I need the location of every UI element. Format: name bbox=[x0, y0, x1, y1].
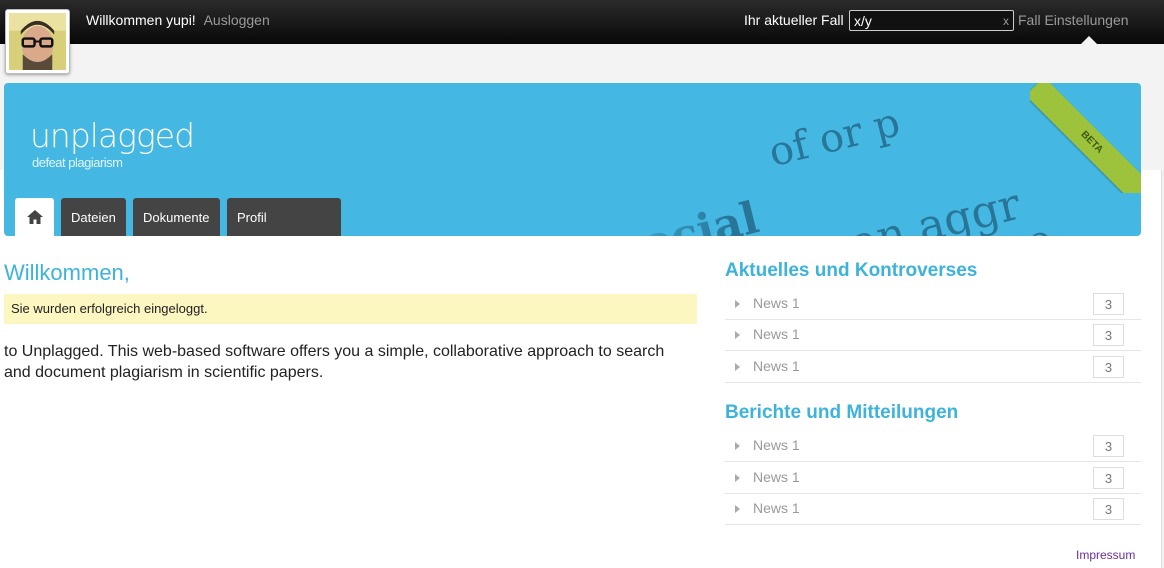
avatar[interactable] bbox=[5, 9, 70, 74]
section-title-aktuelles: Aktuelles und Kontroverses bbox=[725, 260, 978, 281]
current-case-label: Ihr aktueller Fall bbox=[744, 12, 844, 28]
arrow-right-icon bbox=[735, 363, 740, 371]
arrow-right-icon bbox=[735, 331, 740, 339]
news-count-badge: 3 bbox=[1093, 498, 1124, 520]
impressum-link[interactable]: Impressum bbox=[1076, 548, 1135, 562]
arrow-right-icon bbox=[735, 300, 740, 308]
news-item[interactable]: News 1 3 bbox=[725, 430, 1141, 462]
tab-dateien[interactable]: Dateien bbox=[61, 198, 126, 236]
news-count-badge: 3 bbox=[1093, 324, 1124, 346]
arrow-right-icon bbox=[735, 505, 740, 513]
intro-text: to Unplagged. This web-based software of… bbox=[4, 343, 665, 381]
tab-home[interactable] bbox=[15, 198, 54, 236]
tab-profil-bearbeiten[interactable]: Profil bearbeiten bbox=[227, 198, 341, 265]
welcome-area: Willkommen yupi! Ausloggen bbox=[86, 12, 270, 28]
menu-pointer bbox=[1080, 36, 1098, 45]
news-item[interactable]: News 1 3 bbox=[725, 288, 1141, 320]
news-label[interactable]: News 1 bbox=[753, 500, 800, 516]
avatar-photo-icon bbox=[9, 13, 66, 70]
logout-link[interactable]: Ausloggen bbox=[204, 12, 270, 28]
news-item[interactable]: News 1 3 bbox=[725, 351, 1141, 383]
news-label[interactable]: News 1 bbox=[753, 437, 800, 453]
news-count-badge: 3 bbox=[1093, 356, 1124, 378]
logo-tagline: defeat plagiarism bbox=[32, 155, 123, 170]
news-count-badge: 3 bbox=[1093, 467, 1124, 489]
news-item[interactable]: News 1 3 bbox=[725, 493, 1141, 525]
news-label[interactable]: News 1 bbox=[753, 326, 800, 342]
top-bar: Willkommen yupi! Ausloggen Ihr aktueller… bbox=[0, 0, 1164, 45]
page-title: Willkommen, bbox=[4, 260, 130, 285]
clear-case-button[interactable]: x bbox=[1003, 12, 1009, 30]
tab-dokumente[interactable]: Dokumente bbox=[133, 198, 220, 236]
logo[interactable]: unplagged bbox=[30, 118, 195, 154]
news-label[interactable]: News 1 bbox=[753, 295, 800, 311]
welcome-text: Willkommen yupi! bbox=[86, 12, 196, 28]
news-count-badge: 3 bbox=[1093, 293, 1124, 315]
news-label[interactable]: News 1 bbox=[753, 469, 800, 485]
news-count-badge: 3 bbox=[1093, 435, 1124, 457]
home-icon bbox=[26, 210, 43, 224]
flash-message: Sie wurden erfolgreich eingeloggt. bbox=[4, 294, 697, 324]
arrow-right-icon bbox=[735, 474, 740, 482]
case-settings-link[interactable]: Fall Einstellungen bbox=[1018, 12, 1129, 28]
news-label[interactable]: News 1 bbox=[753, 358, 800, 374]
arrow-right-icon bbox=[735, 442, 740, 450]
news-item[interactable]: News 1 3 bbox=[725, 462, 1141, 494]
section-title-berichte: Berichte und Mitteilungen bbox=[725, 402, 959, 423]
banner-text-artwork: social of or p blic as an aggr benefits;… bbox=[594, 83, 1141, 236]
news-item[interactable]: News 1 3 bbox=[725, 319, 1141, 351]
current-case-value: x/y bbox=[854, 13, 872, 29]
current-case-input[interactable]: x/y x bbox=[849, 10, 1014, 31]
